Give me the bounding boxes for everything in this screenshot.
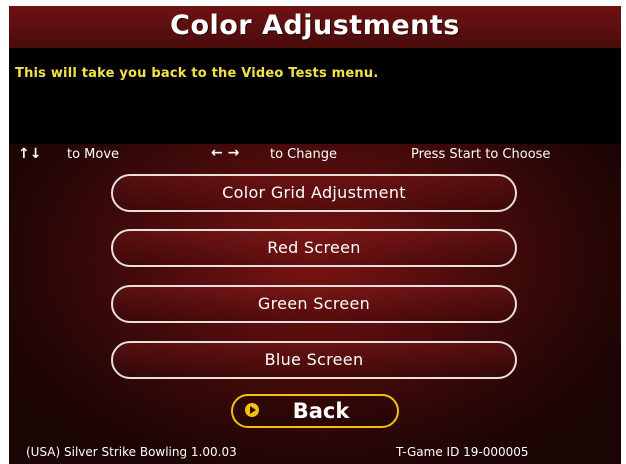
left-right-arrows-icon: ← →: [211, 145, 240, 161]
game-screen: Color Adjustments This will take you bac…: [9, 6, 621, 464]
blue-screen-button[interactable]: Blue Screen: [111, 341, 517, 379]
move-hint-label: to Move: [67, 147, 120, 162]
change-hint-label: to Change: [270, 147, 337, 162]
back-button[interactable]: Back: [231, 394, 399, 428]
color-grid-adjustment-button[interactable]: Color Grid Adjustment: [111, 174, 517, 212]
choose-hint-label: Press Start to Choose: [411, 147, 551, 162]
page-title: Color Adjustments: [170, 10, 460, 41]
up-down-arrows-icon: ↑↓: [18, 146, 42, 162]
red-screen-button[interactable]: Red Screen: [111, 229, 517, 267]
controls-hint-bar: ↑↓ to Move ← → to Change Press Start to …: [9, 144, 621, 166]
game-id: T-Game ID 19-000005: [396, 445, 529, 459]
back-button-label: Back: [292, 399, 350, 423]
green-screen-button[interactable]: Green Screen: [111, 285, 517, 323]
game-version-info: (USA) Silver Strike Bowling 1.00.03: [26, 445, 237, 459]
description-panel: This will take you back to the Video Tes…: [9, 48, 621, 144]
title-bar: Color Adjustments: [9, 6, 621, 48]
description-text: This will take you back to the Video Tes…: [15, 66, 379, 81]
